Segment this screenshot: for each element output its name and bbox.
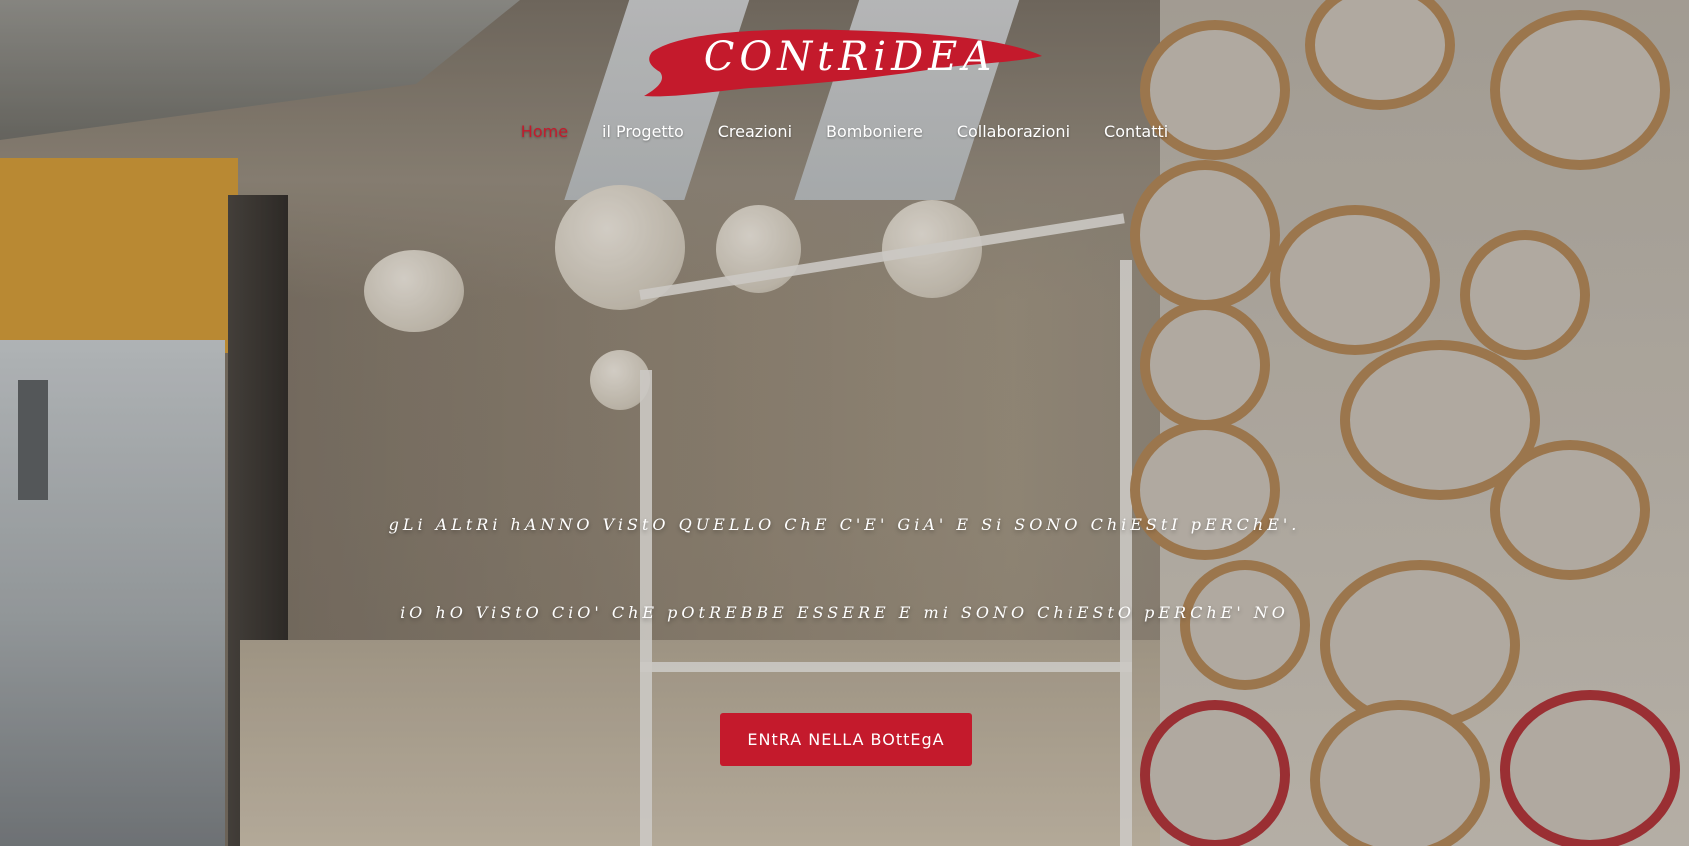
- nav-item-collaborazioni[interactable]: Collaborazioni: [940, 118, 1087, 145]
- nav-item-contatti[interactable]: Contatti: [1087, 118, 1185, 145]
- nav-item-home[interactable]: Home: [504, 118, 585, 145]
- nav-item-il-progetto[interactable]: il Progetto: [585, 118, 701, 145]
- nav-item-bomboniere[interactable]: Bomboniere: [809, 118, 940, 145]
- nav-item-creazioni[interactable]: Creazioni: [701, 118, 809, 145]
- enter-shop-button[interactable]: ENtRA NELLA BOttEgA: [720, 713, 972, 766]
- hero-tagline-line-2: iO hO ViStO CiO' ChE pOtREBBE ESSERE E m…: [400, 603, 1289, 622]
- hero-tagline-line-1: gLi ALtRi hANNO ViStO QUELLO ChE C'E' Gi…: [388, 515, 1301, 534]
- logo-link[interactable]: CONtRiDEA: [640, 22, 1044, 100]
- main-navigation: Home il Progetto Creazioni Bomboniere Co…: [0, 115, 1689, 147]
- logo-text: CONtRiDEA: [703, 34, 997, 80]
